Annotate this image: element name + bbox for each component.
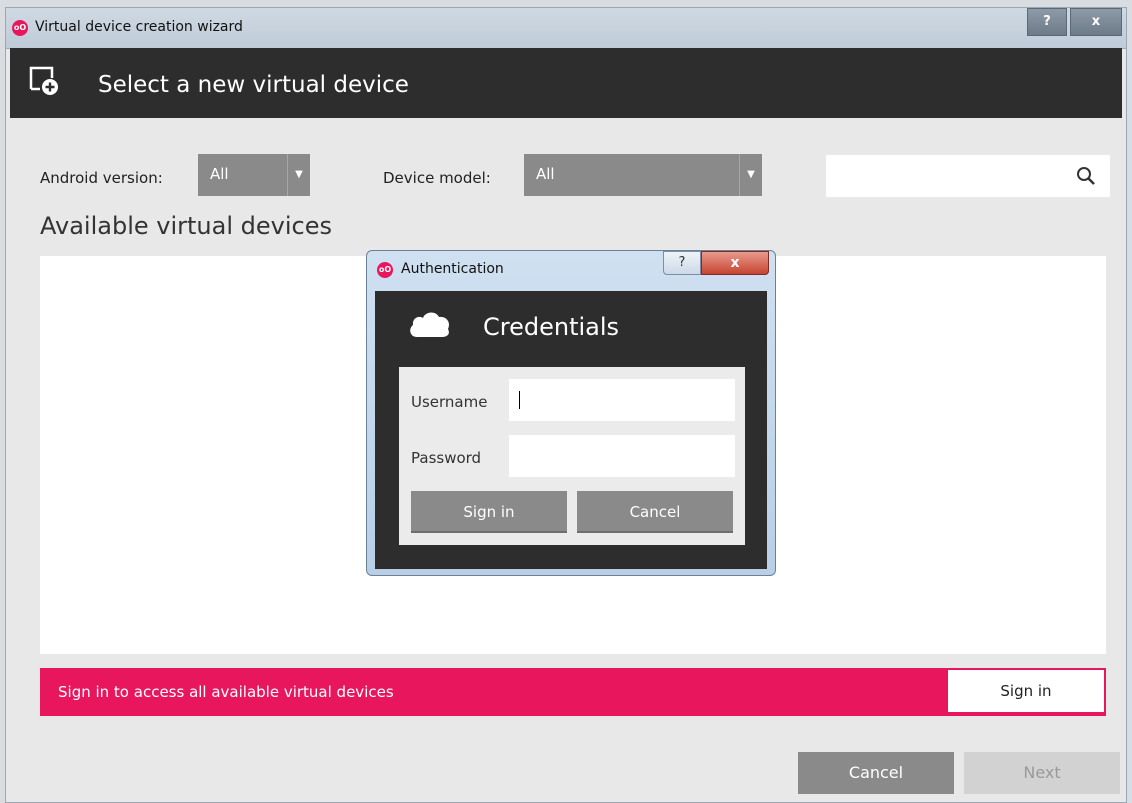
- app-logo-icon: oO: [377, 262, 393, 278]
- chevron-down-icon: ▼: [739, 154, 762, 196]
- dialog-close-button[interactable]: x: [701, 251, 769, 275]
- dialog-cancel-button[interactable]: Cancel: [577, 491, 733, 533]
- cancel-button[interactable]: Cancel: [798, 752, 954, 794]
- password-label: Password: [411, 449, 482, 467]
- device-model-value: All: [536, 165, 555, 183]
- dialog-help-button[interactable]: ?: [663, 251, 701, 275]
- dialog-heading: Credentials: [483, 313, 620, 341]
- new-device-icon: [29, 66, 58, 95]
- title-bar: oO Virtual device creation wizard ? x: [6, 8, 1126, 49]
- chevron-down-icon: ▼: [287, 154, 310, 196]
- close-button[interactable]: x: [1070, 8, 1122, 36]
- android-version-label: Android version:: [40, 169, 163, 187]
- window-title: Virtual device creation wizard: [35, 19, 243, 35]
- username-field[interactable]: [509, 379, 735, 421]
- device-model-select[interactable]: All ▼: [524, 154, 762, 196]
- app-logo-icon: oO: [12, 20, 28, 36]
- android-version-value: All: [210, 165, 229, 183]
- password-field[interactable]: [509, 435, 735, 477]
- banner-signin-button[interactable]: Sign in: [948, 670, 1104, 712]
- next-button: Next: [964, 752, 1120, 794]
- wizard-header: Select a new virtual device: [10, 48, 1122, 118]
- username-label: Username: [411, 393, 488, 411]
- android-version-select[interactable]: All ▼: [198, 154, 310, 196]
- device-model-label: Device model:: [383, 169, 491, 187]
- text-caret: [519, 391, 520, 409]
- dialog-title: Authentication: [401, 261, 504, 277]
- cloud-icon: [410, 312, 449, 337]
- page-title: Select a new virtual device: [98, 72, 409, 98]
- credentials-form: Username Password Sign in Cancel: [399, 367, 745, 545]
- banner-text: Sign in to access all available virtual …: [58, 683, 394, 701]
- dialog-signin-button[interactable]: Sign in: [411, 491, 567, 533]
- credentials-panel: Credentials Username Password Sign in Ca…: [375, 291, 767, 569]
- search-input[interactable]: [826, 155, 1110, 197]
- help-button[interactable]: ?: [1027, 8, 1067, 36]
- search-icon[interactable]: [1076, 166, 1096, 186]
- authentication-dialog: oO Authentication ? x Credentials Userna…: [366, 250, 776, 576]
- section-title: Available virtual devices: [40, 212, 332, 240]
- signin-banner: Sign in to access all available virtual …: [40, 668, 1106, 716]
